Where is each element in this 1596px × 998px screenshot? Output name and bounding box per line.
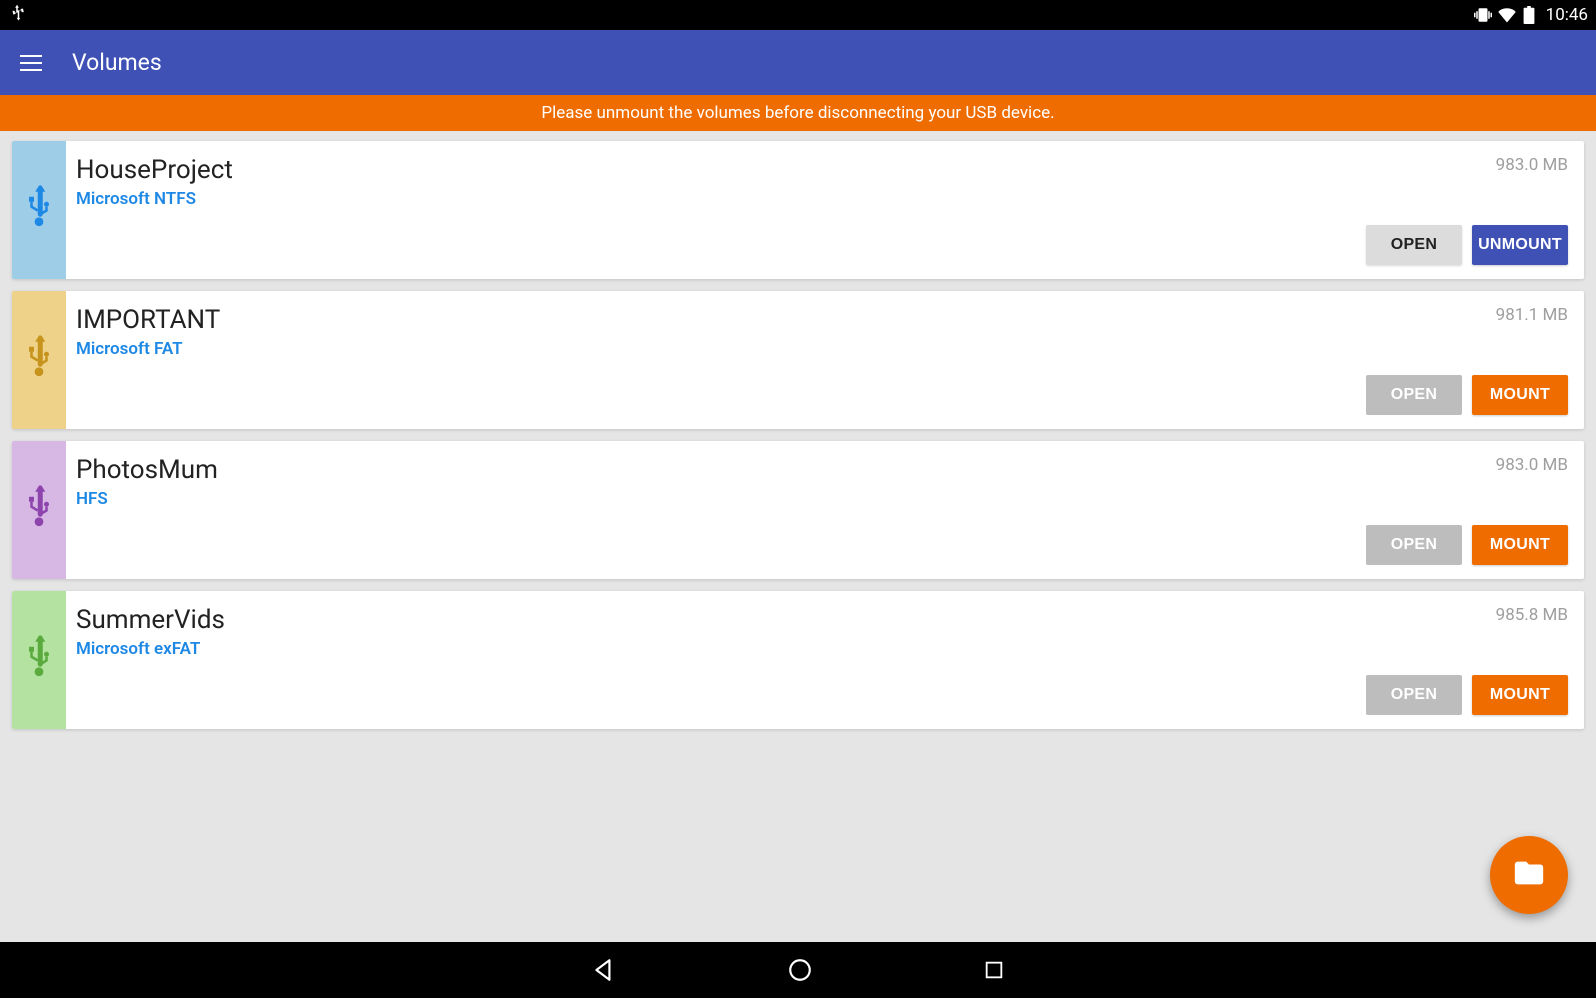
- volume-actions: OPENMOUNT: [76, 509, 1568, 565]
- volume-list: HouseProjectMicrosoft NTFS983.0 MBOPENUN…: [0, 131, 1596, 942]
- volume-name: SummerVids: [76, 605, 1568, 635]
- volume-card-body: IMPORTANT Microsoft FAT 981.1 MB OPENMOUNT: [66, 291, 1584, 429]
- warning-banner-text: Please unmount the volumes before discon…: [541, 103, 1054, 123]
- volume-card: HouseProject Microsoft NTFS 983.0 MB OPENUN…: [12, 141, 1584, 279]
- volume-card: SummerVids Microsoft exFAT 985.8 MB OPENMOU…: [12, 591, 1584, 729]
- volume-size: 981.1 MB: [1496, 305, 1568, 325]
- open-button: OPEN: [1366, 675, 1462, 715]
- volume-name: PhotosMum: [76, 455, 1568, 485]
- volume-side-strip: [12, 591, 66, 729]
- usb-icon: [8, 4, 26, 26]
- wifi-icon: [1498, 6, 1516, 24]
- open-button[interactable]: OPEN: [1366, 225, 1462, 265]
- nav-back-button[interactable]: [591, 957, 617, 983]
- usb-icon: [24, 485, 54, 535]
- app-bar: Volumes: [0, 30, 1596, 95]
- browse-files-fab[interactable]: [1490, 836, 1568, 914]
- status-time: 10:46: [1546, 5, 1588, 25]
- volume-side-strip: [12, 441, 66, 579]
- volume-card-body: SummerVids Microsoft exFAT 985.8 MB OPENMOU…: [66, 591, 1584, 729]
- status-bar: 10:46: [0, 0, 1596, 30]
- usb-icon: [24, 185, 54, 235]
- volume-card: PhotosMum HFS 983.0 MB OPENMOUNT: [12, 441, 1584, 579]
- volume-actions: OPENMOUNT: [76, 659, 1568, 715]
- folder-icon: [1512, 856, 1546, 894]
- volume-size: 983.0 MB: [1496, 455, 1568, 475]
- volume-card-body: HouseProject Microsoft NTFS 983.0 MB OPENUN…: [66, 141, 1584, 279]
- usb-icon: [24, 335, 54, 385]
- status-bar-right: 10:46: [1474, 5, 1588, 25]
- app-content: Volumes Please unmount the volumes befor…: [0, 30, 1596, 942]
- vibrate-icon: [1474, 6, 1492, 24]
- open-button: OPEN: [1366, 525, 1462, 565]
- nav-recent-button[interactable]: [983, 959, 1005, 981]
- warning-banner: Please unmount the volumes before discon…: [0, 95, 1596, 131]
- volume-size: 983.0 MB: [1496, 155, 1568, 175]
- mount-button[interactable]: MOUNT: [1472, 525, 1568, 565]
- battery-icon: [1522, 6, 1536, 24]
- hamburger-icon[interactable]: [20, 55, 42, 71]
- nav-home-button[interactable]: [787, 957, 813, 983]
- volume-filesystem: Microsoft FAT: [76, 339, 1568, 359]
- volume-name: HouseProject: [76, 155, 1568, 185]
- volume-card: IMPORTANT Microsoft FAT 981.1 MB OPENMOUNT: [12, 291, 1584, 429]
- volume-side-strip: [12, 141, 66, 279]
- volume-card-body: PhotosMum HFS 983.0 MB OPENMOUNT: [66, 441, 1584, 579]
- volume-size: 985.8 MB: [1496, 605, 1568, 625]
- mount-button[interactable]: MOUNT: [1472, 675, 1568, 715]
- volume-filesystem: HFS: [76, 489, 1568, 509]
- nav-bar: [0, 942, 1596, 998]
- volume-side-strip: [12, 291, 66, 429]
- volume-filesystem: Microsoft NTFS: [76, 189, 1568, 209]
- usb-icon: [24, 635, 54, 685]
- page-title: Volumes: [72, 49, 162, 76]
- volume-name: IMPORTANT: [76, 305, 1568, 335]
- volume-actions: OPENUNMOUNT: [76, 209, 1568, 265]
- status-bar-left: [8, 4, 26, 26]
- volume-actions: OPENMOUNT: [76, 359, 1568, 415]
- volume-filesystem: Microsoft exFAT: [76, 639, 1568, 659]
- mount-button[interactable]: MOUNT: [1472, 375, 1568, 415]
- open-button: OPEN: [1366, 375, 1462, 415]
- unmount-button[interactable]: UNMOUNT: [1472, 225, 1568, 265]
